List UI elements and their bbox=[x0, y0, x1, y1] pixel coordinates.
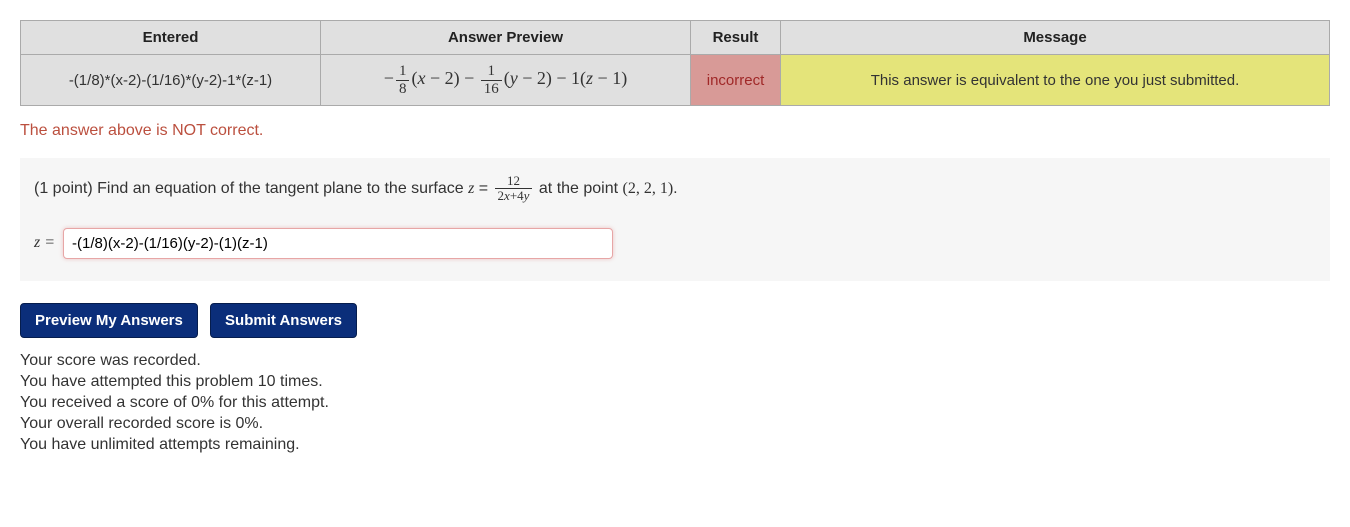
status-line: You received a score of 0% for this atte… bbox=[20, 394, 1330, 412]
feedback-text: The answer above is NOT correct. bbox=[20, 122, 1330, 140]
result-value: incorrect bbox=[691, 55, 781, 106]
answer-preview: −18(x − 2) − 116(y − 2) − 1(z − 1) bbox=[321, 55, 691, 106]
col-preview: Answer Preview bbox=[321, 21, 691, 55]
results-table: Entered Answer Preview Result Message -(… bbox=[20, 20, 1330, 106]
status-line: Your score was recorded. bbox=[20, 352, 1330, 370]
col-message: Message bbox=[781, 21, 1330, 55]
status-block: Your score was recorded. You have attemp… bbox=[20, 352, 1330, 454]
answer-row: z = bbox=[34, 228, 1316, 259]
status-line: You have unlimited attempts remaining. bbox=[20, 436, 1330, 454]
answer-lhs: z = bbox=[34, 234, 55, 252]
button-row: Preview My Answers Submit Answers bbox=[20, 303, 1330, 338]
col-result: Result bbox=[691, 21, 781, 55]
answer-input[interactable] bbox=[63, 228, 613, 259]
preview-button[interactable]: Preview My Answers bbox=[20, 303, 198, 338]
status-line: Your overall recorded score is 0%. bbox=[20, 415, 1330, 433]
table-row: -(1/8)*(x-2)-(1/16)*(y-2)-1*(z-1) −18(x … bbox=[21, 55, 1330, 106]
problem-statement: (1 point) Find an equation of the tangen… bbox=[34, 174, 1316, 204]
entered-value: -(1/8)*(x-2)-(1/16)*(y-2)-1*(z-1) bbox=[21, 55, 321, 106]
problem-box: (1 point) Find an equation of the tangen… bbox=[20, 158, 1330, 281]
result-message: This answer is equivalent to the one you… bbox=[781, 55, 1330, 106]
status-line: You have attempted this problem 10 times… bbox=[20, 373, 1330, 391]
col-entered: Entered bbox=[21, 21, 321, 55]
submit-button[interactable]: Submit Answers bbox=[210, 303, 357, 338]
